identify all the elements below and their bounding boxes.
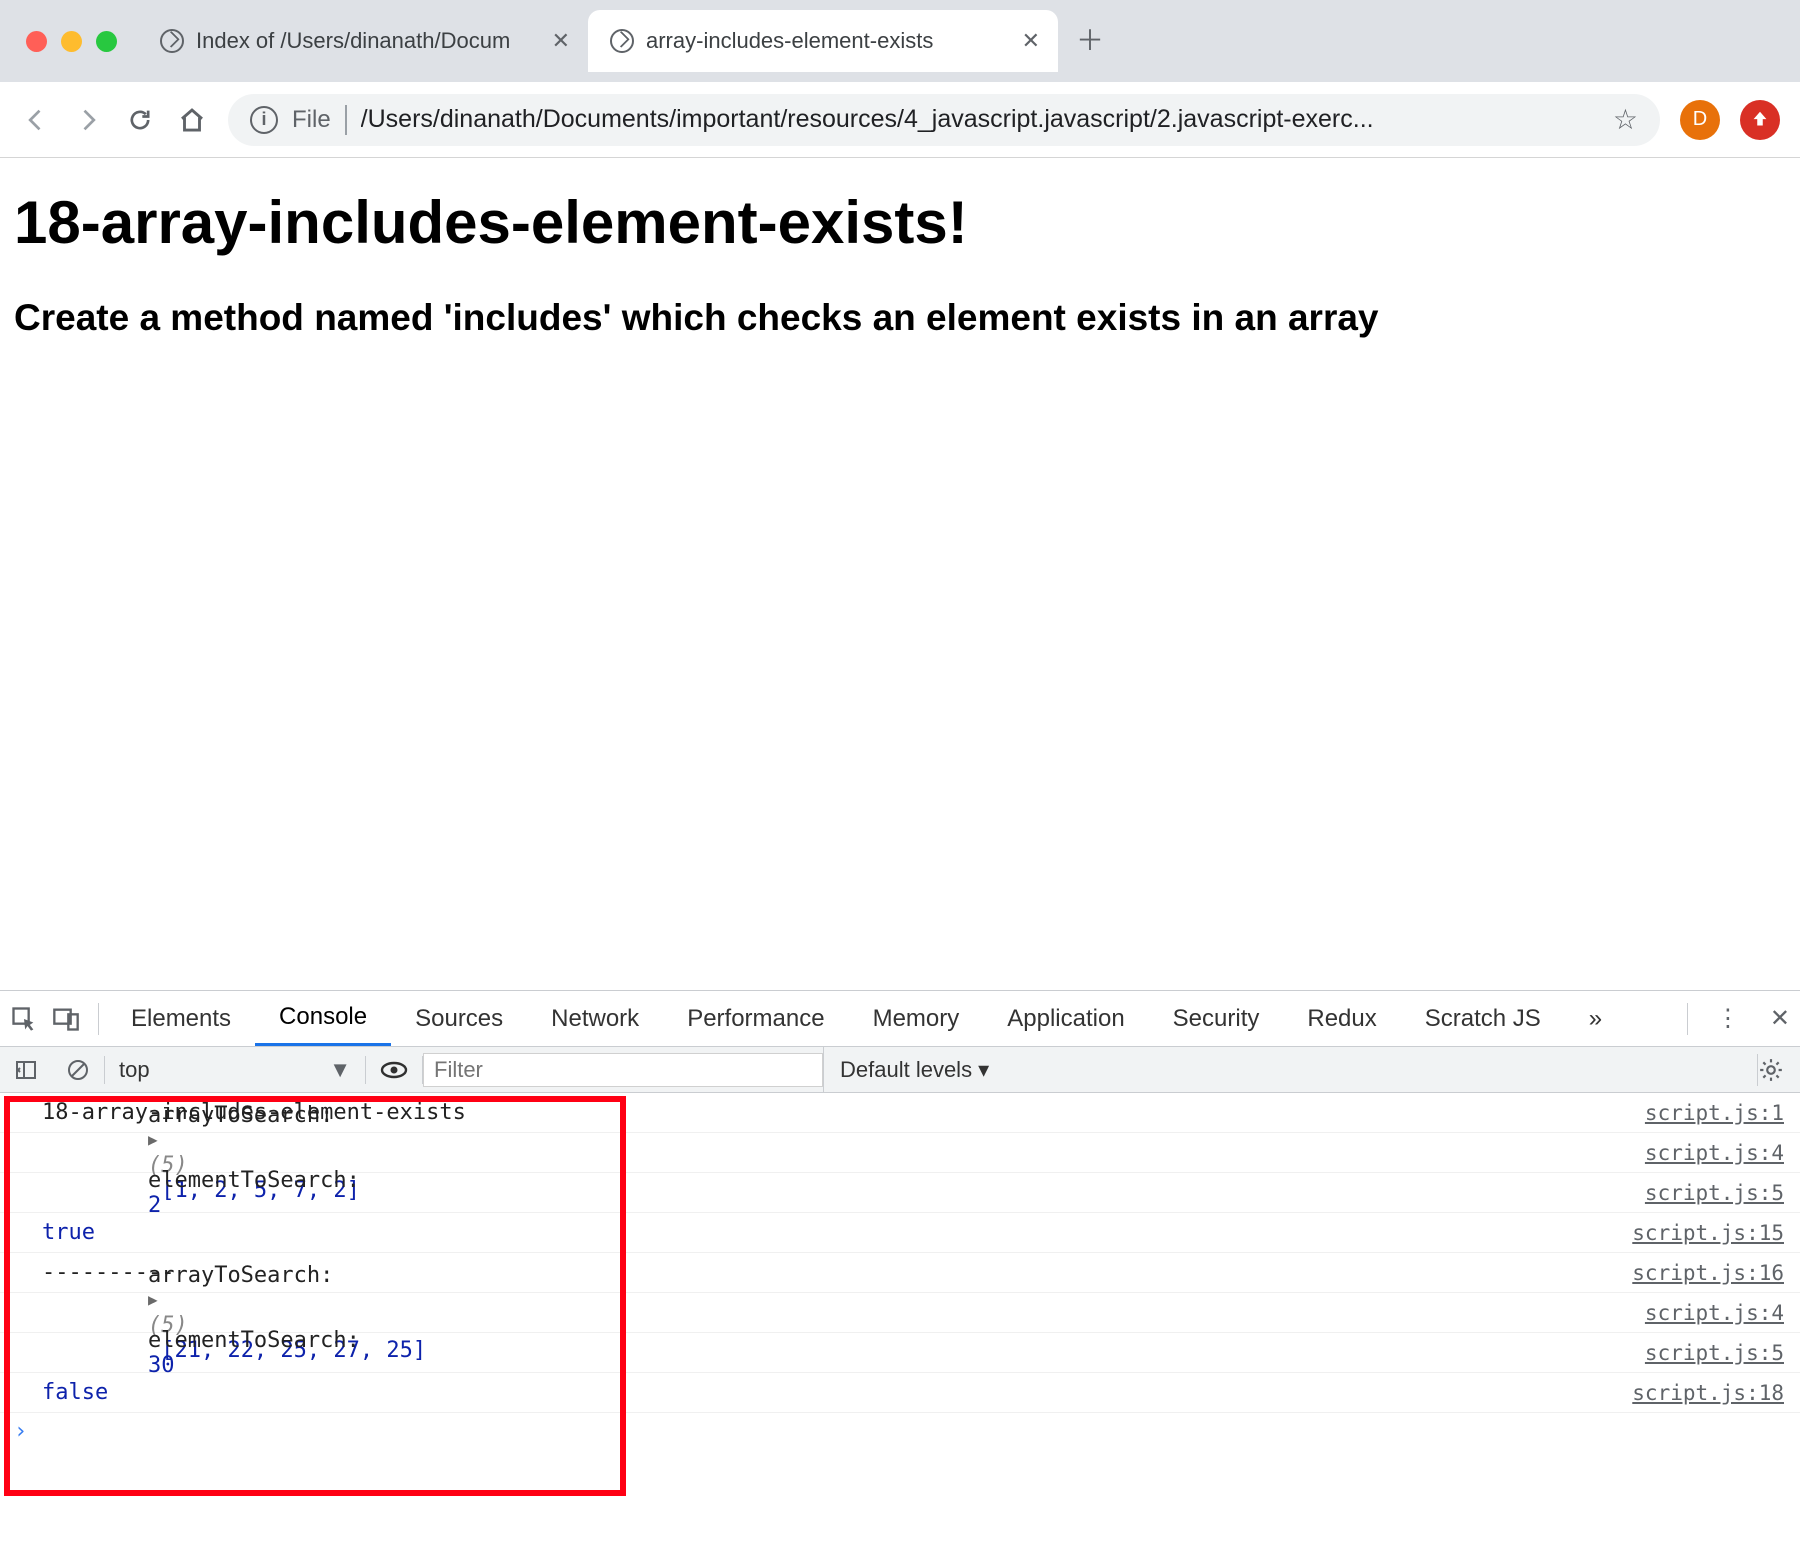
console-row[interactable]: elementToSearch: 2 script.js:5 (0, 1173, 1800, 1213)
panel-performance[interactable]: Performance (663, 991, 848, 1046)
source-link[interactable]: script.js:16 (1632, 1261, 1784, 1285)
log-label: elementToSearch: (148, 1328, 386, 1353)
close-window-button[interactable] (26, 31, 47, 52)
panel-scratch-js[interactable]: Scratch JS (1401, 991, 1565, 1046)
page-title: 18-array-includes-element-exists! (14, 188, 1786, 257)
devtools-panel: Elements Console Sources Network Perform… (0, 990, 1800, 1550)
source-link[interactable]: script.js:5 (1645, 1341, 1784, 1365)
devtools-close-icon[interactable]: ✕ (1770, 1004, 1790, 1033)
globe-icon (160, 29, 184, 53)
tab-index-page[interactable]: Index of /Users/dinanath/Docum ✕ (138, 10, 588, 72)
console-row[interactable]: elementToSearch: 30 script.js:5 (0, 1333, 1800, 1373)
site-info-icon[interactable]: i (250, 106, 278, 134)
panel-elements[interactable]: Elements (107, 991, 255, 1046)
profile-avatar[interactable]: D (1680, 100, 1720, 140)
avatar-initial: D (1693, 108, 1707, 131)
extension-update-badge[interactable] (1740, 100, 1780, 140)
devtools-tabbar: Elements Console Sources Network Perform… (0, 991, 1800, 1047)
window-titlebar: Index of /Users/dinanath/Docum ✕ array-i… (0, 0, 1800, 82)
devtools-dock-controls (10, 1005, 80, 1033)
log-value: 30 (148, 1353, 175, 1378)
source-link[interactable]: script.js:5 (1645, 1181, 1784, 1205)
bookmark-star-icon[interactable]: ☆ (1613, 103, 1638, 136)
log-label: arrayToSearch: (148, 1263, 347, 1288)
log-value: 2 (148, 1193, 161, 1218)
panel-memory[interactable]: Memory (849, 991, 984, 1046)
tab-title: Index of /Users/dinanath/Docum (196, 28, 534, 54)
reload-button[interactable] (124, 104, 156, 136)
back-button[interactable] (20, 104, 52, 136)
log-keyword: false (42, 1380, 108, 1405)
separator (98, 1003, 99, 1035)
source-link[interactable]: script.js:18 (1632, 1381, 1784, 1405)
log-label: arrayToSearch: (148, 1103, 347, 1128)
forward-button[interactable] (72, 104, 104, 136)
panel-network[interactable]: Network (527, 991, 663, 1046)
close-tab-icon[interactable]: ✕ (1022, 28, 1040, 54)
browser-tabstrip: Index of /Users/dinanath/Docum ✕ array-i… (138, 0, 1800, 82)
zoom-window-button[interactable] (96, 31, 117, 52)
url-path: /Users/dinanath/Documents/important/reso… (361, 105, 1599, 134)
console-prompt[interactable]: › (0, 1413, 1800, 1450)
home-button[interactable] (176, 104, 208, 136)
source-link[interactable]: script.js:4 (1645, 1301, 1784, 1325)
panel-security[interactable]: Security (1149, 991, 1284, 1046)
panel-console[interactable]: Console (255, 991, 391, 1046)
device-toolbar-icon[interactable] (52, 1005, 80, 1033)
browser-toolbar: i File /Users/dinanath/Documents/importa… (0, 82, 1800, 158)
log-label: elementToSearch: (148, 1168, 386, 1193)
globe-icon (610, 29, 634, 53)
tab-array-includes[interactable]: array-includes-element-exists ✕ (588, 10, 1058, 72)
minimize-window-button[interactable] (61, 31, 82, 52)
expand-triangle-icon[interactable]: ▶ (148, 1130, 158, 1149)
panel-sources[interactable]: Sources (391, 991, 527, 1046)
expand-triangle-icon[interactable]: ▶ (148, 1290, 158, 1309)
url-scheme-label: File (292, 106, 331, 134)
address-bar[interactable]: i File /Users/dinanath/Documents/importa… (228, 94, 1660, 146)
devtools-menu-icon[interactable]: ⋮ (1716, 1004, 1742, 1033)
panels-overflow[interactable]: » (1565, 991, 1626, 1046)
separator (1687, 1003, 1688, 1035)
source-link[interactable]: script.js:15 (1632, 1221, 1784, 1245)
page-subtitle: Create a method named 'includes' which c… (14, 297, 1786, 339)
tab-title: array-includes-element-exists (646, 28, 1004, 54)
console-settings-icon[interactable] (1758, 1057, 1800, 1083)
separator (345, 105, 347, 135)
source-link[interactable]: script.js:1 (1645, 1101, 1784, 1125)
panel-application[interactable]: Application (983, 991, 1148, 1046)
panel-redux[interactable]: Redux (1283, 991, 1400, 1046)
close-tab-icon[interactable]: ✕ (552, 28, 570, 54)
macos-traffic-lights (8, 31, 138, 52)
page-content: 18-array-includes-element-exists! Create… (0, 158, 1800, 978)
console-output: 18-array-includes-element-exists script.… (0, 1093, 1800, 1550)
inspect-element-icon[interactable] (10, 1005, 38, 1033)
new-tab-button[interactable]: ＋ (1076, 27, 1104, 55)
source-link[interactable]: script.js:4 (1645, 1141, 1784, 1165)
